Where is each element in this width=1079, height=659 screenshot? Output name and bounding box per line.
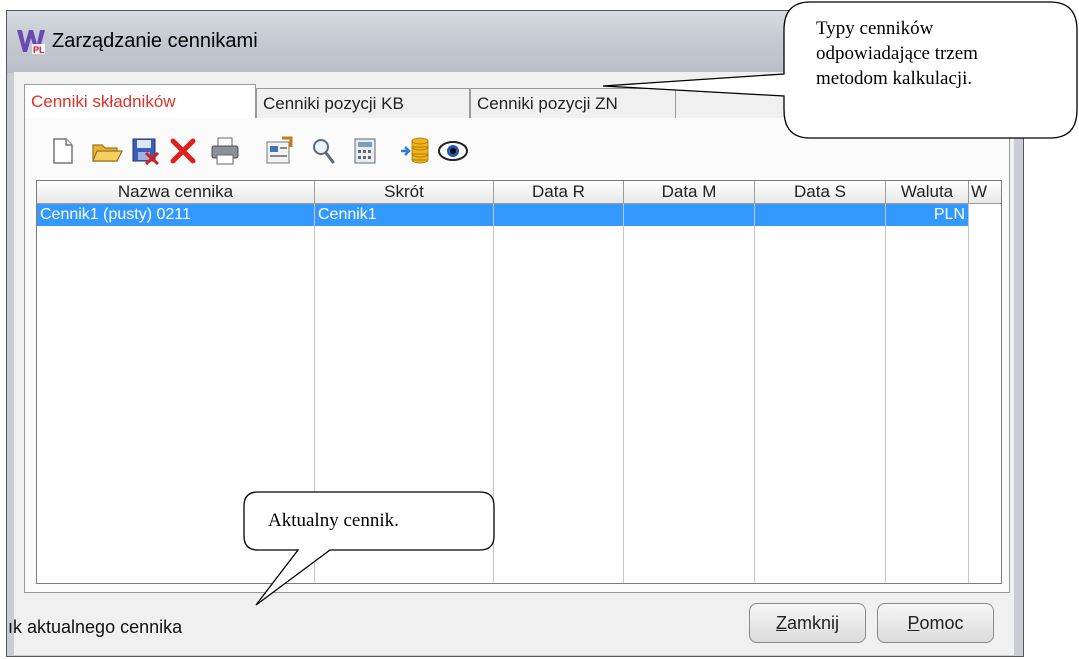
tabs-callout-text: Typy cenników odpowiadające trzem metodo…	[816, 16, 978, 91]
tabs-callout-line: Typy cenników	[816, 18, 934, 39]
tab-cenniki-skladnikow[interactable]: Cenniki składników	[24, 84, 256, 118]
current-callout-shape	[243, 491, 495, 606]
tabs-callout-line: odpowiadające trzem	[816, 43, 978, 64]
current-callout-text: Aktualny cennik.	[268, 510, 399, 531]
tabs-callout-line: metodom kalkulacji.	[816, 68, 973, 89]
